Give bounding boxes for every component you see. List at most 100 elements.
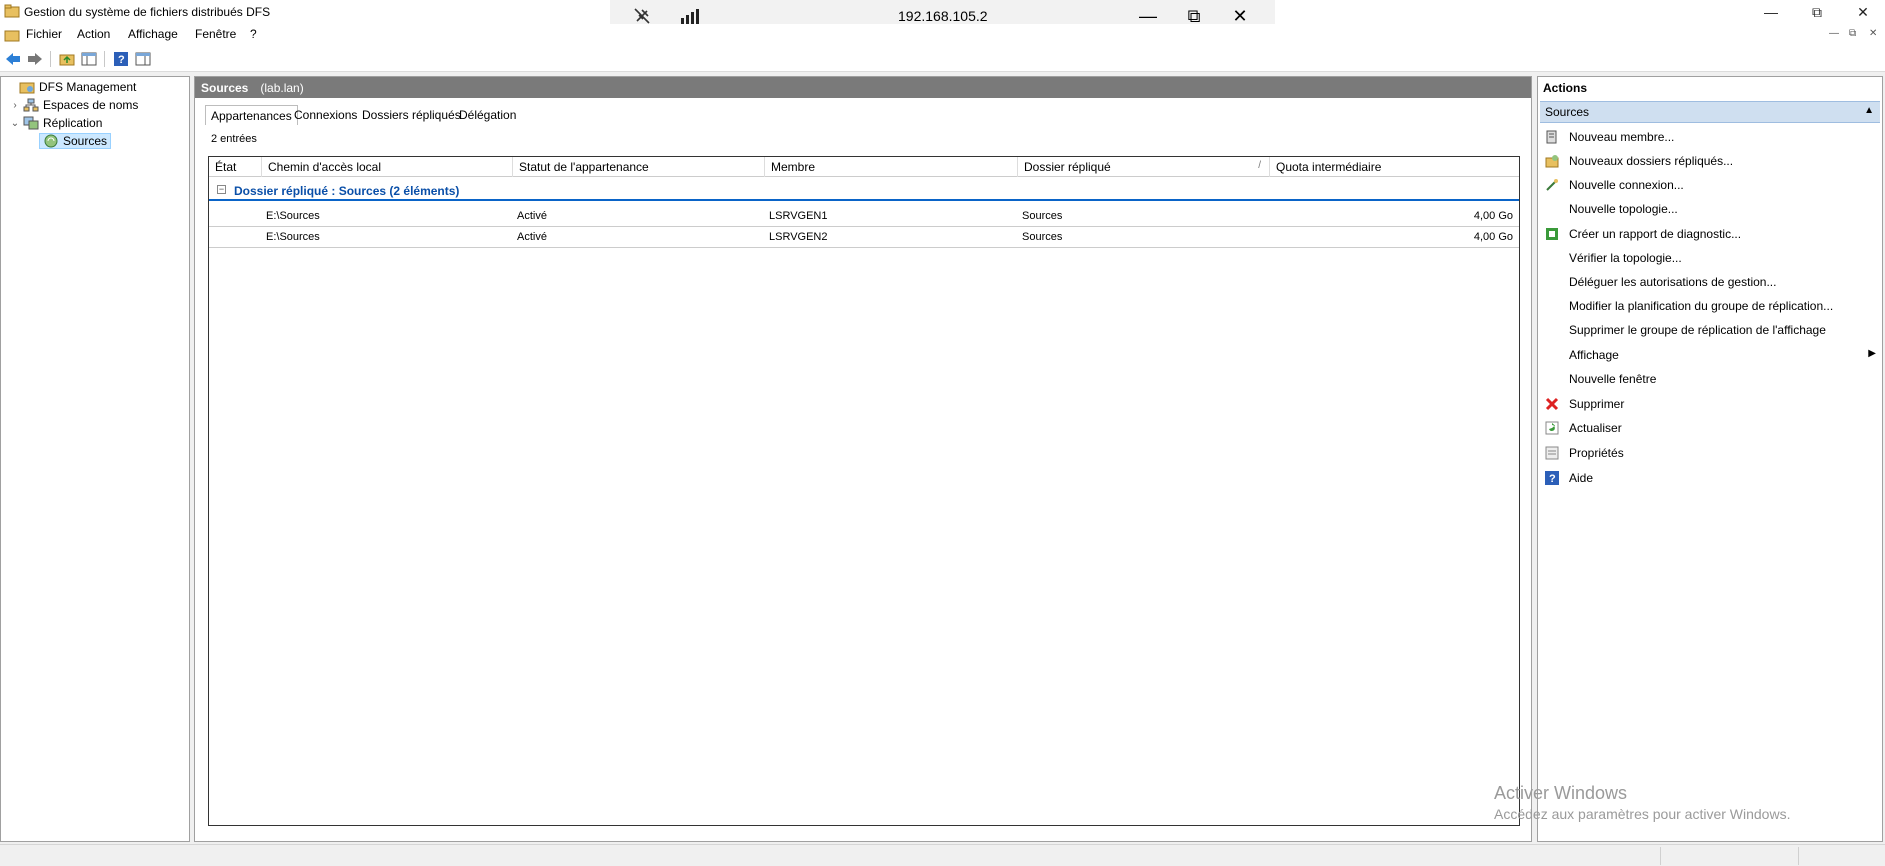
action-label: Créer un rapport de diagnostic...	[1569, 227, 1742, 241]
properties-icon	[1544, 445, 1560, 461]
collapse-chevron-icon[interactable]: ⌄	[9, 118, 21, 129]
tab-dossiers-repliques[interactable]: Dossiers répliqués	[357, 105, 466, 125]
collapse-section-icon[interactable]: ▲	[1864, 105, 1874, 116]
mmc-console-icon[interactable]	[4, 28, 20, 42]
console-tree: DFS Management › Espaces de noms ⌄ Répli…	[0, 76, 190, 842]
action-label: Supprimer	[1569, 397, 1625, 411]
help-icon: ?	[1544, 470, 1560, 486]
tab-delegation[interactable]: Délégation	[454, 105, 521, 125]
tab-appartenances[interactable]: Appartenances	[205, 105, 298, 125]
table-row[interactable]: E:\Sources Activé LSRVGEN2 Sources 4,00 …	[209, 227, 1519, 248]
menu-action[interactable]: Action	[77, 27, 110, 41]
cell-folder: Sources	[1022, 210, 1063, 222]
details-pane-subtitle: (lab.lan)	[260, 81, 304, 95]
show-hide-action-pane-icon[interactable]	[134, 50, 152, 68]
restore-button[interactable]: ⧉	[1794, 0, 1840, 24]
column-quota[interactable]: Quota intermédiaire	[1270, 157, 1519, 177]
column-membre[interactable]: Membre	[765, 157, 1018, 177]
collapse-group-icon[interactable]: −	[217, 185, 226, 194]
menu-affichage[interactable]: Affichage	[128, 27, 178, 41]
column-chemin[interactable]: Chemin d'accès local	[262, 157, 513, 177]
tree-label-dfs-management: DFS Management	[39, 80, 137, 94]
tree-item-sources[interactable]: Sources	[27, 133, 112, 149]
tree-item-espaces-de-noms[interactable]: › Espaces de noms	[9, 97, 138, 113]
activation-watermark: Activer Windows Accédez aux paramètres p…	[1494, 783, 1790, 822]
cell-member: LSRVGEN1	[769, 210, 828, 222]
action-label: Nouveau membre...	[1569, 130, 1675, 144]
watermark-subtitle: Accédez aux paramètres pour activer Wind…	[1494, 806, 1791, 822]
show-hide-tree-icon[interactable]	[80, 50, 98, 68]
cell-path: E:\Sources	[266, 231, 320, 243]
entry-count: 2 entrées	[211, 133, 257, 145]
column-etat[interactable]: État	[209, 157, 262, 177]
action-deleguer[interactable]: Déléguer les autorisations de gestion...	[1538, 271, 1882, 293]
svg-text:?: ?	[118, 54, 125, 66]
back-arrow-icon[interactable]	[4, 50, 22, 68]
expand-chevron-icon[interactable]: ›	[9, 100, 21, 111]
list-header: État Chemin d'accès local Statut de l'ap…	[209, 157, 1519, 177]
help-icon[interactable]: ?	[112, 50, 130, 68]
namespaces-icon	[23, 98, 39, 112]
action-rapport-diagnostic[interactable]: Créer un rapport de diagnostic...	[1538, 223, 1882, 245]
action-label: Nouveaux dossiers répliqués...	[1569, 154, 1734, 168]
column-statut[interactable]: Statut de l'appartenance	[513, 157, 765, 177]
dfs-management-icon	[19, 82, 35, 94]
replication-group-icon	[44, 134, 58, 148]
action-label: Actualiser	[1569, 421, 1622, 435]
tree-label-espaces-de-noms: Espaces de noms	[43, 98, 139, 112]
sort-indicator-icon: /	[1258, 160, 1261, 171]
cell-path: E:\Sources	[266, 210, 320, 222]
new-member-icon	[1544, 129, 1560, 145]
action-nouvelle-connexion[interactable]: Nouvelle connexion...	[1538, 174, 1882, 196]
action-supprimer-groupe[interactable]: Supprimer le groupe de réplication de l'…	[1538, 319, 1882, 341]
action-nouveaux-dossiers[interactable]: Nouveaux dossiers répliqués...	[1538, 150, 1882, 172]
close-button[interactable]: ✕	[1840, 0, 1885, 24]
actions-pane: Actions Sources ▲ Nouveau membre... Nouv…	[1537, 76, 1883, 842]
action-label: Supprimer le groupe de réplication de l'…	[1569, 323, 1826, 337]
action-supprimer[interactable]: Supprimer	[1538, 393, 1882, 415]
group-header[interactable]: − Dossier répliqué : Sources (2 éléments…	[209, 181, 1519, 201]
action-nouvelle-topologie[interactable]: Nouvelle topologie...	[1538, 198, 1882, 220]
actions-title: Actions	[1543, 81, 1588, 95]
new-connection-icon	[1544, 177, 1560, 193]
action-nouvelle-fenetre[interactable]: Nouvelle fenêtre	[1538, 368, 1882, 390]
menu-help[interactable]: ?	[250, 27, 257, 41]
action-aide[interactable]: ? Aide	[1538, 467, 1882, 489]
up-folder-icon[interactable]	[58, 50, 76, 68]
action-affichage[interactable]: Affichage ▶	[1538, 344, 1882, 366]
status-bar	[0, 844, 1885, 866]
forward-arrow-icon[interactable]	[26, 50, 44, 68]
action-verifier-topologie[interactable]: Vérifier la topologie...	[1538, 247, 1882, 269]
menu-fenetre[interactable]: Fenêtre	[195, 27, 236, 41]
action-modifier-planification[interactable]: Modifier la planification du groupe de r…	[1538, 295, 1882, 317]
cell-member: LSRVGEN2	[769, 231, 828, 243]
child-close-button[interactable]: ✕	[1869, 28, 1877, 39]
svg-text:?: ?	[1549, 473, 1556, 485]
tree-item-replication[interactable]: ⌄ Réplication	[9, 115, 103, 131]
minimize-button[interactable]: —	[1748, 0, 1794, 24]
cell-status: Activé	[517, 210, 547, 222]
menu-fichier[interactable]: Fichier	[26, 27, 62, 41]
replication-icon	[23, 116, 39, 130]
toolbar: ?	[0, 46, 1885, 72]
tree-item-dfs-management[interactable]: DFS Management	[5, 79, 136, 95]
details-pane: Sources (lab.lan) Appartenances Connexion…	[194, 76, 1532, 842]
tab-connexions[interactable]: Connexions	[289, 105, 362, 125]
tree-label-replication: Réplication	[43, 116, 103, 130]
action-label: Déléguer les autorisations de gestion...	[1569, 275, 1777, 289]
column-dossier-replique[interactable]: Dossier répliqué /	[1018, 157, 1270, 177]
menu-bar: Fichier Action Affichage Fenêtre ? — ⧉ ✕	[0, 24, 1885, 46]
new-folders-icon	[1544, 153, 1560, 169]
action-actualiser[interactable]: Actualiser	[1538, 417, 1882, 439]
table-row[interactable]: E:\Sources Activé LSRVGEN1 Sources 4,00 …	[209, 206, 1519, 227]
action-proprietes[interactable]: Propriétés	[1538, 442, 1882, 464]
child-minimize-button[interactable]: —	[1829, 28, 1839, 39]
action-nouveau-membre[interactable]: Nouveau membre...	[1538, 126, 1882, 148]
watermark-title: Activer Windows	[1494, 783, 1628, 803]
child-restore-button[interactable]: ⧉	[1849, 28, 1856, 39]
group-label: Dossier répliqué : Sources (2 éléments)	[234, 184, 460, 198]
action-label: Affichage	[1569, 348, 1619, 362]
actions-section-header[interactable]: Sources ▲	[1540, 101, 1880, 123]
diagnostic-report-icon	[1544, 226, 1560, 242]
column-dossier-replique-label: Dossier répliqué	[1024, 160, 1111, 174]
